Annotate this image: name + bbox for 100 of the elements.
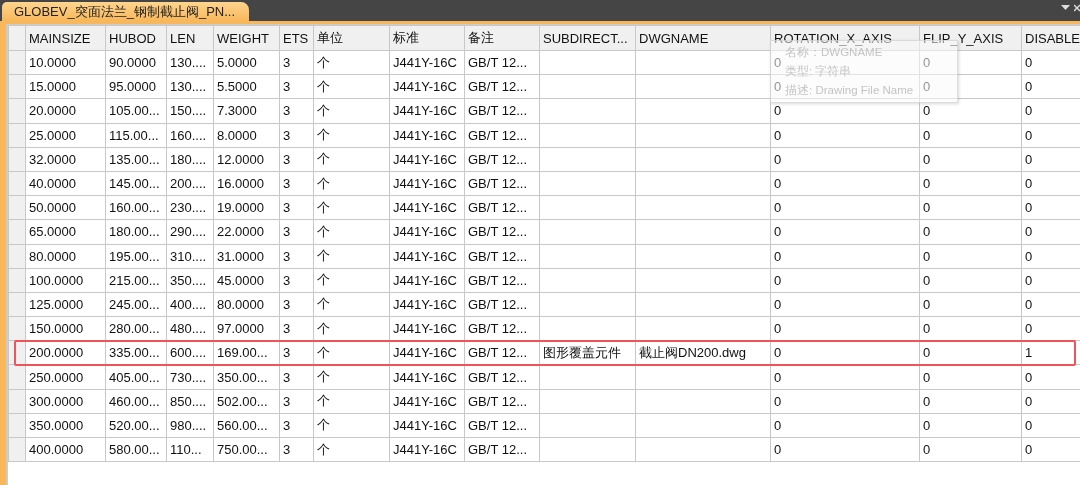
column-header[interactable]: FLIP_Y_AXIS: [919, 25, 1022, 51]
table-cell: 850....: [170, 393, 207, 409]
table-cell: GB/T 12...: [468, 176, 527, 192]
table-row[interactable]: 125.0000 245.00... 400.... 80.0000 3 个 J441Y-16C GB/T 12... 0 0 0: [8, 292, 1080, 317]
table-cell: 个: [317, 54, 330, 70]
table-cell: GB/T 12...: [468, 248, 527, 264]
table-cell: 980....: [170, 417, 207, 433]
table-cell: 0: [923, 296, 931, 312]
table-row[interactable]: 400.0000 580.00... 110... 750.00... 3 个 J441Y-16C GB/T 12... 0 0 0: [8, 437, 1080, 462]
table-cell: 0: [774, 79, 782, 95]
table-cell: J441Y-16C: [393, 127, 457, 143]
table-cell: 80.0000: [29, 248, 76, 264]
table-row[interactable]: 150.0000 280.00... 480.... 97.0000 3 个 J441Y-16C GB/T 12... 0 0 0: [8, 316, 1080, 341]
close-icon[interactable]: [1074, 4, 1080, 12]
table-cell: 145.00...: [109, 176, 160, 192]
table-cell: 1: [1025, 345, 1033, 361]
column-header[interactable]: DWGNAME: [635, 25, 771, 51]
table-cell: 0: [923, 442, 931, 458]
table-row[interactable]: 250.0000 405.00... 730.... 350.00... 3 个 J441Y-16C GB/T 12... 0 0 0: [8, 364, 1080, 390]
table-cell: 135.00...: [109, 151, 160, 167]
table-cell: 520.00...: [109, 417, 160, 433]
table-cell: 0: [1025, 296, 1033, 312]
table-cell: 3: [283, 321, 291, 337]
table-cell: 3: [283, 127, 291, 143]
document-tab[interactable]: GLOBEV_突面法兰_钢制截止阀_PN...: [2, 2, 250, 21]
table-row[interactable]: 350.0000 520.00... 980.... 560.00... 3 个 J441Y-16C GB/T 12... 0 0 0: [8, 413, 1080, 438]
table-cell: 个: [317, 441, 330, 457]
table-cell: 0: [923, 200, 931, 216]
table-cell: 100.0000: [29, 272, 84, 288]
table-cell: 480....: [170, 321, 207, 337]
table-cell: GB/T 12...: [468, 393, 527, 409]
table-cell: 750.00...: [217, 442, 268, 458]
table-cell: GB/T 12...: [468, 321, 527, 337]
table-cell: 个: [317, 78, 330, 94]
table-row[interactable]: 40.0000 145.00... 200.... 16.0000 3 个 J441Y-16C GB/T 12... 0 0 0: [8, 171, 1080, 196]
table-cell: 0: [774, 103, 782, 119]
table-row[interactable]: 100.0000 215.00... 350.... 45.0000 3 个 J441Y-16C GB/T 12... 0 0 0: [8, 268, 1080, 293]
table-cell: 个: [317, 344, 330, 360]
table-row[interactable]: 50.0000 160.00... 230.... 19.0000 3 个 J441Y-16C GB/T 12... 0 0 0: [8, 195, 1080, 220]
table-cell: 0: [774, 369, 782, 385]
table-cell: J441Y-16C: [393, 248, 457, 264]
column-header[interactable]: WEIGHT: [213, 25, 280, 51]
table-cell: 195.00...: [109, 248, 160, 264]
table-cell: 50.0000: [29, 200, 76, 216]
column-header[interactable]: ETS: [279, 25, 314, 51]
table-cell: 0: [1025, 248, 1033, 264]
table-cell: 130....: [170, 79, 207, 95]
table-cell: 0: [774, 55, 782, 71]
table-cell: 个: [317, 102, 330, 118]
dropdown-icon[interactable]: [1061, 5, 1070, 11]
column-header[interactable]: DISABLE: [1021, 25, 1080, 51]
table-cell: 180.00...: [109, 224, 160, 240]
table-row[interactable]: 32.0000 135.00... 180.... 12.0000 3 个 J441Y-16C GB/T 12... 0 0 0: [8, 147, 1080, 172]
table-cell: 350.0000: [29, 417, 84, 433]
table-cell: GB/T 12...: [468, 151, 527, 167]
table-row[interactable]: 65.0000 180.00... 290.... 22.0000 3 个 J441Y-16C GB/T 12... 0 0 0: [8, 219, 1080, 244]
table-cell: 110...: [170, 442, 202, 458]
table-cell: J441Y-16C: [393, 321, 457, 337]
table-row[interactable]: 25.0000 115.00... 160.... 8.0000 3 个 J441Y-16C GB/T 12... 0 0 0: [8, 123, 1080, 148]
table-cell: 160.00...: [109, 200, 160, 216]
table-cell: 335.00...: [109, 345, 160, 361]
table-cell: 230....: [170, 200, 207, 216]
table-cell: J441Y-16C: [393, 55, 457, 71]
table-cell: 0: [923, 272, 931, 288]
column-header[interactable]: MAINSIZE: [25, 25, 106, 51]
column-header[interactable]: 备注: [464, 25, 540, 51]
table-cell: 169.00...: [217, 345, 268, 361]
table-cell: 200....: [170, 176, 207, 192]
table-row[interactable]: 200.0000 335.00... 600.... 169.00... 3 个 J441Y-16C GB/T 12... 图形覆盖元件 截止阀DN200.dwg 0 0 1: [8, 340, 1080, 365]
table-cell: 25.0000: [29, 127, 76, 143]
table-cell: 8.0000: [217, 127, 257, 143]
table-row[interactable]: 300.0000 460.00... 850.... 502.00... 3 个 J441Y-16C GB/T 12... 0 0 0: [8, 389, 1080, 414]
table-cell: 730....: [170, 369, 207, 385]
column-header[interactable]: 标准: [389, 25, 465, 51]
table-cell: 0: [1025, 200, 1033, 216]
table-cell: 0: [1025, 369, 1033, 385]
table-cell: 405.00...: [109, 369, 160, 385]
table-cell: 0: [923, 345, 931, 361]
table-row[interactable]: 20.0000 105.00... 150.... 7.3000 3 个 J441Y-16C GB/T 12... 0 0 0: [8, 98, 1080, 124]
table-cell: GB/T 12...: [468, 296, 527, 312]
table-cell: 0: [923, 151, 931, 167]
table-cell: J441Y-16C: [393, 345, 457, 361]
column-header[interactable]: HUBOD: [105, 25, 167, 51]
table-cell: J441Y-16C: [393, 296, 457, 312]
table-cell: GB/T 12...: [468, 127, 527, 143]
table-cell: 0: [1025, 103, 1033, 119]
table-cell: 400.0000: [29, 442, 84, 458]
column-header[interactable]: 单位: [313, 25, 390, 51]
table-cell: GB/T 12...: [468, 103, 527, 119]
table-cell: 3: [283, 369, 291, 385]
column-header[interactable]: LEN: [166, 25, 214, 51]
table-cell: 个: [317, 175, 330, 191]
table-cell: 0: [1025, 127, 1033, 143]
table-cell: 个: [317, 393, 330, 409]
column-header[interactable]: SUBDIRECT...: [539, 25, 636, 51]
table-cell: 150.0000: [29, 321, 84, 337]
table-cell: 80.0000: [217, 296, 264, 312]
table-cell: 300.0000: [29, 393, 84, 409]
table-row[interactable]: 80.0000 195.00... 310.... 31.0000 3 个 J441Y-16C GB/T 12... 0 0 0: [8, 244, 1080, 269]
table-cell: J441Y-16C: [393, 176, 457, 192]
